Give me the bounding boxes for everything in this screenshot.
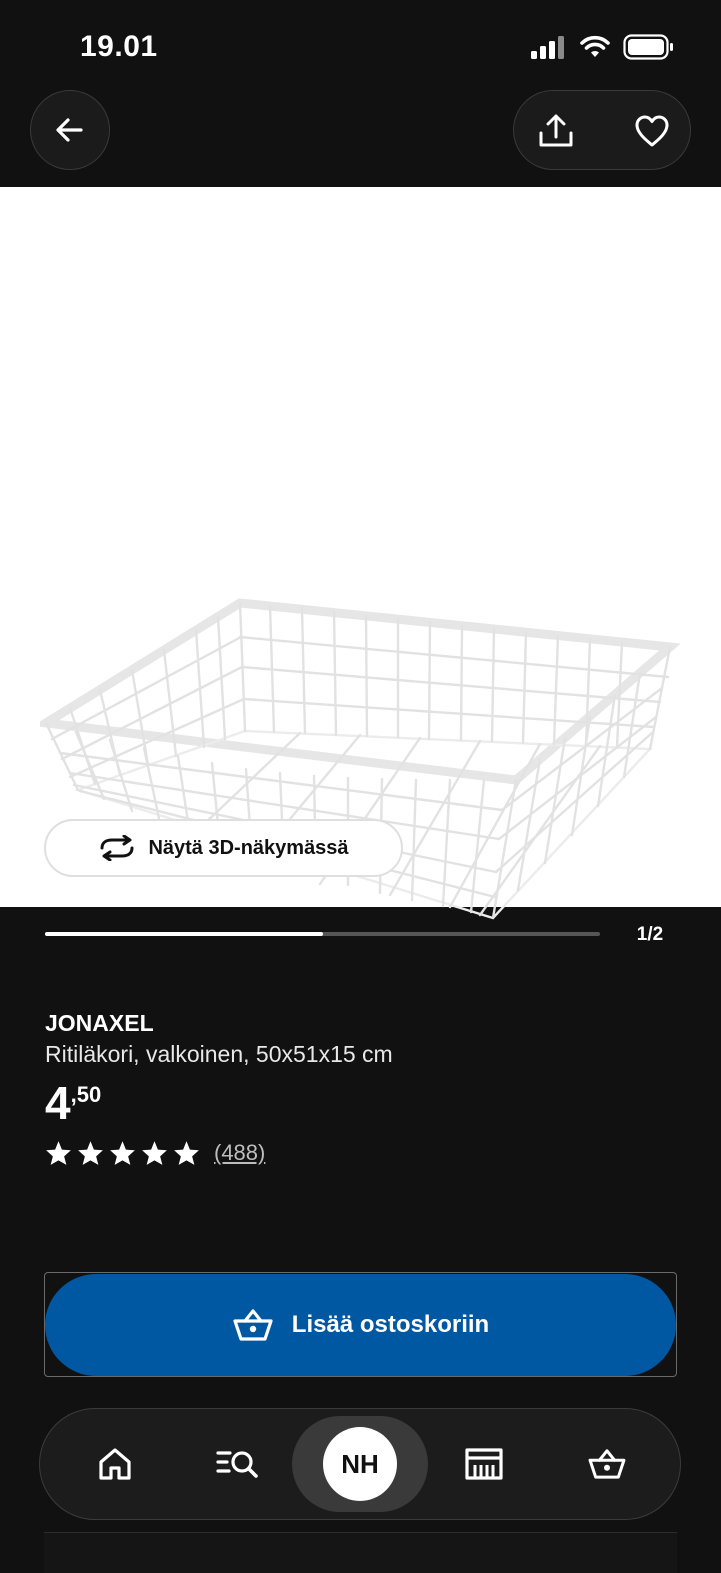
price-integer: 4 bbox=[45, 1077, 71, 1129]
product-rating[interactable]: (488) bbox=[45, 1140, 265, 1166]
gallery-progress-bar[interactable] bbox=[45, 932, 600, 936]
home-icon bbox=[99, 1448, 131, 1480]
battery-icon bbox=[623, 34, 673, 60]
status-time: 19.01 bbox=[80, 30, 158, 63]
share-button[interactable] bbox=[532, 107, 580, 155]
wifi-icon bbox=[580, 35, 610, 57]
add-to-cart-label: Lisää ostoskoriin bbox=[291, 1311, 490, 1338]
arrow-left-icon bbox=[56, 118, 83, 142]
add-to-cart-button[interactable]: Lisää ostoskoriin bbox=[45, 1274, 676, 1376]
avatar: NH bbox=[323, 1427, 397, 1501]
nav-cart[interactable] bbox=[557, 1409, 657, 1519]
bottom-navigation: NH bbox=[39, 1408, 681, 1520]
back-button[interactable] bbox=[30, 90, 110, 170]
search-list-icon bbox=[216, 1451, 258, 1478]
status-bar: 19.01 bbox=[0, 0, 721, 90]
product-description: Ritiläkori, valkoinen, 50x51x15 cm bbox=[45, 1041, 393, 1067]
view-3d-button[interactable]: Näytä 3D-näkymässä bbox=[44, 819, 403, 877]
product-name: JONAXEL bbox=[45, 1010, 154, 1036]
rotate-3d-icon bbox=[100, 835, 134, 861]
nav-home[interactable] bbox=[65, 1409, 165, 1519]
top-action-bar bbox=[0, 90, 721, 187]
nav-profile[interactable]: NH bbox=[292, 1416, 428, 1512]
star-icon bbox=[110, 1141, 135, 1165]
heart-icon bbox=[635, 115, 669, 147]
rating-stars bbox=[45, 1140, 200, 1166]
price-decimal: ,50 bbox=[70, 1082, 102, 1107]
product-price: 4 ,50 bbox=[45, 1078, 101, 1128]
status-icons bbox=[531, 34, 675, 60]
share-icon bbox=[539, 114, 573, 147]
star-icon bbox=[78, 1141, 103, 1165]
nav-search[interactable] bbox=[188, 1409, 288, 1519]
review-count-link[interactable]: (488) bbox=[214, 1140, 265, 1166]
view-3d-label: Näytä 3D-näkymässä bbox=[148, 836, 349, 859]
star-icon bbox=[46, 1141, 71, 1165]
action-pill bbox=[513, 90, 691, 170]
star-icon bbox=[142, 1141, 167, 1165]
content-below-nav bbox=[44, 1532, 677, 1573]
star-icon bbox=[174, 1141, 199, 1165]
nav-store[interactable] bbox=[434, 1409, 534, 1519]
store-icon bbox=[465, 1448, 503, 1480]
gallery-progress-fill bbox=[45, 932, 323, 936]
gallery-page-counter: 1/2 bbox=[636, 924, 664, 945]
favorite-button[interactable] bbox=[628, 107, 676, 155]
basket-icon bbox=[233, 1309, 273, 1341]
basket-icon bbox=[588, 1449, 626, 1479]
product-gallery[interactable]: Näytä 3D-näkymässä bbox=[0, 187, 721, 920]
signal-icon bbox=[531, 36, 564, 59]
